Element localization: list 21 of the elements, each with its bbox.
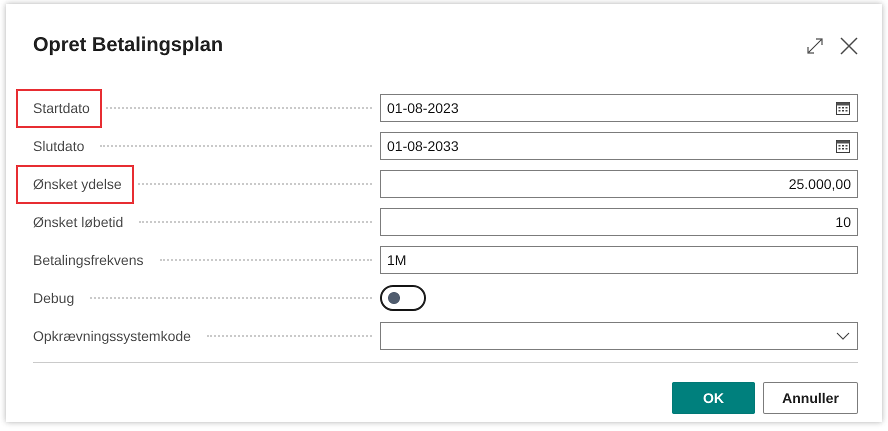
dropdown-field[interactable] bbox=[380, 322, 858, 350]
input-field[interactable]: 01-08-2033 bbox=[380, 132, 858, 160]
input-field[interactable]: 10 bbox=[380, 208, 858, 236]
field-label: Startdato bbox=[16, 88, 102, 128]
dialog-title: Opret Betalingsplan bbox=[33, 33, 224, 58]
field-label: Debug bbox=[32, 288, 76, 308]
toggle-switch[interactable] bbox=[380, 285, 426, 311]
ok-button[interactable]: OK bbox=[672, 382, 755, 414]
expand-icon[interactable] bbox=[806, 37, 824, 55]
field-label: Betalingsfrekvens bbox=[32, 250, 145, 270]
field-label: Opkrævningssystemkode bbox=[32, 326, 192, 346]
calendar-icon[interactable] bbox=[835, 100, 851, 116]
input-field[interactable]: 1M bbox=[380, 246, 858, 274]
field-label: Ønsket ydelse bbox=[16, 164, 134, 204]
calendar-icon[interactable] bbox=[835, 138, 851, 154]
input-field[interactable]: 01-08-2023 bbox=[380, 94, 858, 122]
input-field[interactable]: 25.000,00 bbox=[380, 170, 858, 198]
cancel-button[interactable]: Annuller bbox=[763, 382, 858, 414]
close-icon[interactable] bbox=[840, 37, 858, 55]
field-label: Ønsket løbetid bbox=[32, 212, 124, 232]
field-label: Slutdato bbox=[32, 136, 86, 156]
